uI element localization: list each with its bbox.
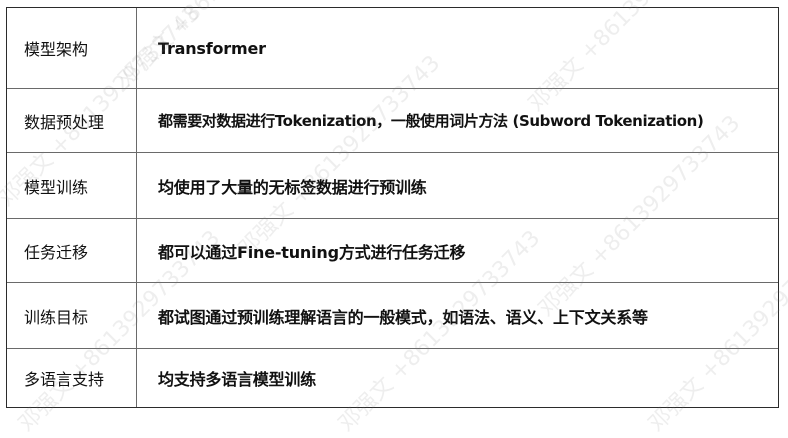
table-row: 训练目标 都试图通过预训练理解语言的一般模式，如语法、语义、上下文关系等 [7,282,778,348]
table-row: 任务迁移 都可以通过Fine-tuning方式进行任务迁移 [7,218,778,282]
row-label: 多语言支持 [7,349,137,407]
table-row: 数据预处理 都需要对数据进行Tokenization，一般使用词片方法 (Sub… [7,88,778,152]
table-row: 模型架构 Transformer [7,8,778,88]
row-label: 训练目标 [7,283,137,348]
table-row: 多语言支持 均支持多语言模型训练 [7,348,778,407]
row-value: 均支持多语言模型训练 [158,370,317,389]
row-value: 都试图通过预训练理解语言的一般模式，如语法、语义、上下文关系等 [158,307,648,327]
row-label: 模型训练 [7,153,137,218]
row-label: 模型架构 [7,8,137,88]
row-value: Transformer [158,38,266,58]
comparison-table: 模型架构 Transformer 数据预处理 都需要对数据进行Tokenizat… [6,7,779,408]
row-label: 数据预处理 [7,89,137,152]
row-value: 都需要对数据进行Tokenization，一般使用词片方法 (Subword T… [158,112,704,130]
row-value: 都可以通过Fine-tuning方式进行任务迁移 [158,242,466,262]
row-label: 任务迁移 [7,219,137,282]
row-value: 均使用了大量的无标签数据进行预训练 [158,177,427,197]
table-row: 模型训练 均使用了大量的无标签数据进行预训练 [7,152,778,218]
